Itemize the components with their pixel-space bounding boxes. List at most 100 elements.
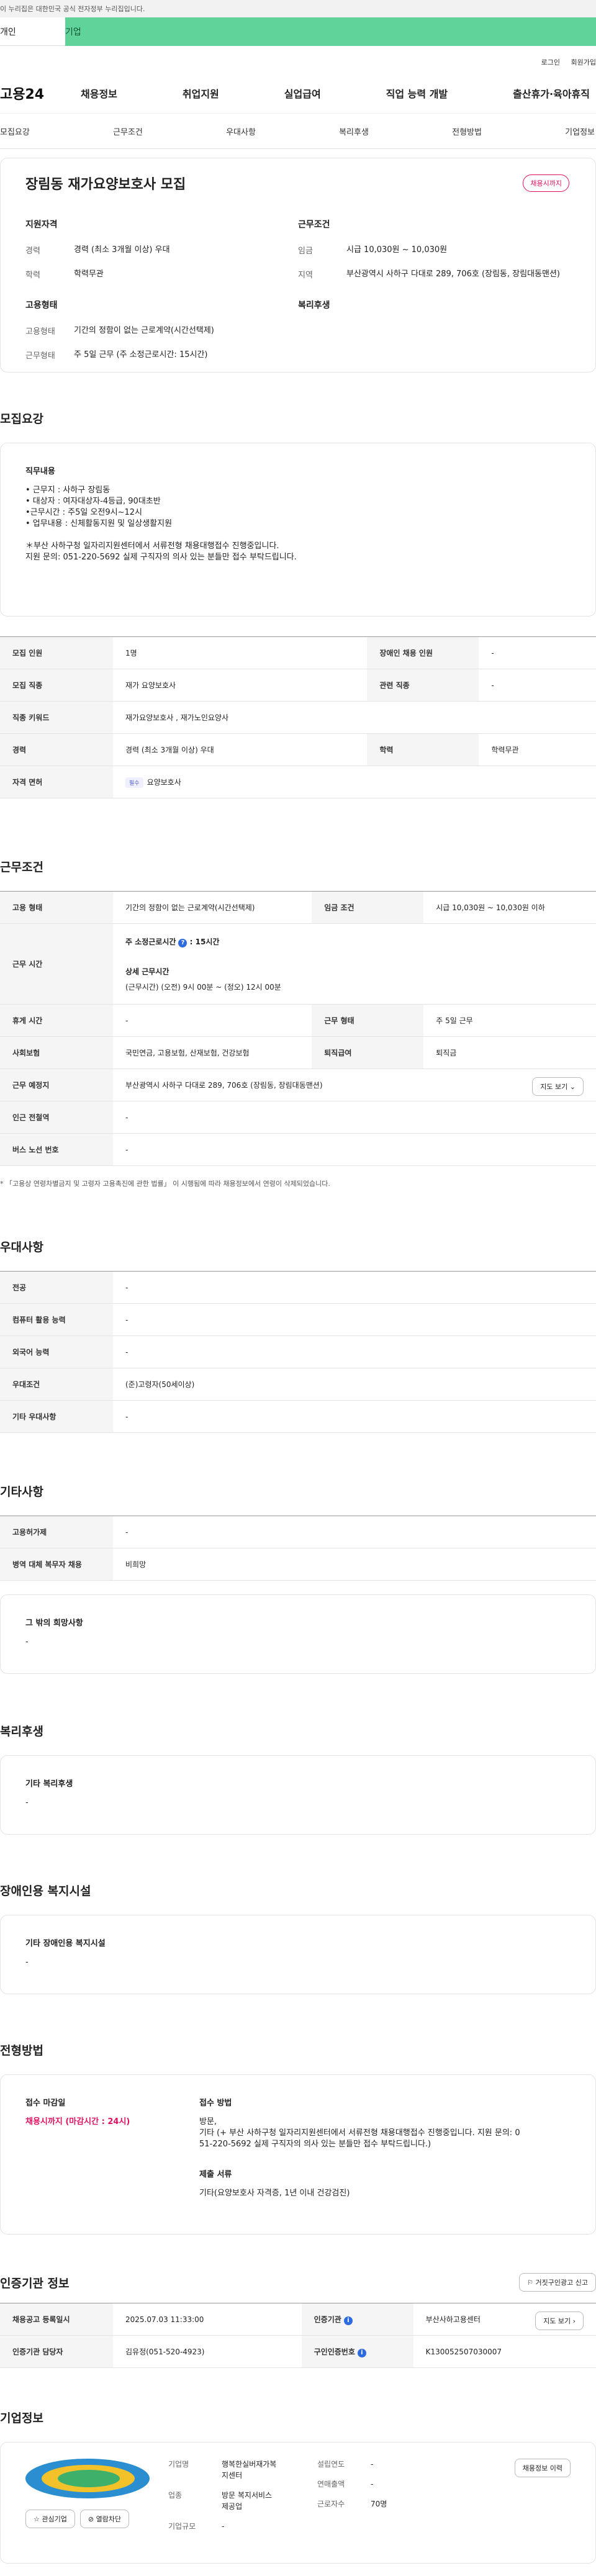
- emp-label: 근무형태: [25, 351, 55, 361]
- table-header-cell: 경력: [0, 733, 113, 766]
- section-title-company: 기업정보: [0, 2411, 43, 2425]
- site-logo[interactable]: 고용24: [0, 83, 81, 103]
- table-row: 외국어 능력 -: [0, 1335, 596, 1368]
- welfare-header: 복리후생: [298, 301, 330, 310]
- chevron-right-icon: ›: [572, 2317, 576, 2325]
- table-header-cell: 학력: [367, 733, 479, 766]
- table-row: 전공 -: [0, 1271, 596, 1304]
- job-desc-line: • 근무지 : 사하구 장림동: [25, 486, 111, 495]
- table-cell: -: [113, 1133, 596, 1166]
- map-view-label: 지도 보기: [540, 1083, 568, 1091]
- table-cell: 김유정(051-520-4923): [113, 2335, 302, 2368]
- license-value: 요양보호사: [147, 777, 181, 787]
- deadline-value: 채용시까지 (마감시간 : 24시): [25, 2117, 130, 2126]
- method-value: 방문,: [199, 2117, 217, 2126]
- founded-label: 설립연도: [317, 2460, 345, 2469]
- table-cell: 국민연금, 고용보험, 산재보험, 건강보험: [113, 1036, 312, 1069]
- table-header-cell: 모집 직종: [0, 669, 113, 702]
- job-title: 장림동 재가요양보호사 모집: [25, 177, 186, 192]
- table-cell: 비희망: [113, 1548, 596, 1581]
- gnb-item-unemployment-benefit[interactable]: 실업급여: [284, 86, 321, 101]
- agency-map-button[interactable]: 지도 보기 ›: [535, 2312, 584, 2330]
- job-desc-line: •근무시간 : 주5일 오전9시~12시: [25, 508, 143, 517]
- table-row: 경력 경력 (최소 3개월 이상) 우대 학력 학력무관: [0, 733, 596, 766]
- cert-no-label: 구인인증번호: [314, 2347, 355, 2356]
- info-icon[interactable]: i: [357, 2348, 366, 2357]
- industry-label: 업종: [168, 2491, 183, 2500]
- revenue-label: 연매출액: [317, 2480, 345, 2488]
- required-tag: 필수: [125, 777, 143, 788]
- disabled-facilities-value: -: [25, 1958, 29, 1967]
- table-row: 모집 인원 1명 장애인 채용 인원 -: [0, 636, 596, 669]
- section-title-recruit: 모집요강: [0, 412, 43, 426]
- subnav-company[interactable]: 기업정보: [565, 125, 595, 137]
- table-cell: -: [479, 636, 596, 669]
- table-row: 근무 시간 주 소정근로시간? : 15시간 상세 근무시간 (근무시간) (오…: [0, 923, 596, 1005]
- info-icon[interactable]: ?: [178, 938, 187, 947]
- cond-label: 임금: [298, 246, 313, 256]
- subnav-preferences[interactable]: 우대사항: [226, 125, 256, 137]
- table-header-cell: 근무 시간: [0, 923, 113, 1005]
- process-box: 접수 마감일 채용시까지 (마감시간 : 24시) 접수 방법 방문, 기타 (…: [0, 2074, 596, 2235]
- qual-label: 학력: [25, 271, 40, 280]
- subnav-welfare[interactable]: 복리후생: [339, 125, 369, 137]
- gov-notice-text: 이 누리집은 대한민국 공식 전자정부 누리집입니다.: [0, 5, 145, 13]
- emp-value: 기간의 정함이 없는 근로계약(시간선택제): [74, 326, 214, 335]
- table-header-cell: 자격 면허: [0, 766, 113, 798]
- global-nav: 고용24 채용정보 취업지원 실업급여 직업 능력 개발 출산휴가·육아휴직: [0, 73, 596, 113]
- table-cell: (준)고령자(50세이상): [113, 1368, 596, 1401]
- login-link[interactable]: 로그인: [541, 58, 560, 66]
- qual-label: 경력: [25, 246, 40, 256]
- table-header-cell: 장애인 채용 인원: [367, 636, 479, 669]
- other-wishes-box: 그 밖의 희망사항 -: [0, 1594, 596, 1674]
- job-description-box: 직무내용 • 근무지 : 사하구 장림동 • 대상자 : 여자대상자-4등급, …: [0, 443, 596, 617]
- agency-header-row: 인증기관 정보 ⚐ 거짓구인광고 신고: [0, 2273, 596, 2292]
- gnb-item-training[interactable]: 직업 능력 개발: [386, 86, 448, 101]
- agency-table: 채용공고 등록일시 2025.07.03 11:33:00 인증기관 i 부산사하고용센…: [0, 2303, 596, 2368]
- table-row: 고용 형태 기간의 정함이 없는 근로계약(시간선택제) 임금 조건 시급 10,03…: [0, 891, 596, 924]
- subnav-recruit[interactable]: 모집요강: [0, 125, 30, 137]
- company-name-value: 행복한실버재가복: [222, 2460, 277, 2469]
- block-view-button[interactable]: ⊘ 열람차단: [79, 2510, 130, 2528]
- founded-value: -: [371, 2460, 374, 2469]
- subnav-process[interactable]: 전형방법: [452, 125, 482, 137]
- table-row: 직종 키워드 재가요양보호사 , 재가노인요양사: [0, 701, 596, 734]
- table-header-cell: 직종 키워드: [0, 701, 113, 734]
- table-row: 기타 우대사항 -: [0, 1400, 596, 1433]
- gnb-item-employment-support[interactable]: 취업지원: [183, 86, 219, 101]
- deadline-header: 접수 마감일: [25, 2099, 66, 2108]
- report-fake-ad-button[interactable]: ⚐ 거짓구인광고 신고: [519, 2273, 596, 2292]
- gnb-item-leave[interactable]: 출산휴가·육아휴직: [513, 86, 590, 101]
- table-header-cell: 휴게 시간: [0, 1004, 113, 1037]
- table-row: 인근 전철역 -: [0, 1101, 596, 1134]
- table-cell: 경력 (최소 3개월 이상) 우대: [113, 733, 368, 766]
- table-header-cell: 버스 노선 번호: [0, 1133, 113, 1166]
- hours-detail-value: (근무시간) (오전) 9시 00분 ~ (정오) 12시 00분: [125, 982, 281, 992]
- map-view-button[interactable]: 지도 보기 ⌄: [532, 1077, 584, 1096]
- subnav-conditions[interactable]: 근무조건: [113, 125, 143, 137]
- tab-company[interactable]: 기업: [65, 17, 596, 46]
- employees-value: 70명: [371, 2500, 387, 2508]
- hiring-history-button[interactable]: 채용정보 이력: [514, 2459, 571, 2477]
- favorite-company-button[interactable]: ☆ 관심기업: [25, 2510, 75, 2528]
- info-icon[interactable]: i: [343, 2316, 353, 2325]
- table-header-cell: 근무 형태: [312, 1004, 424, 1037]
- welfare-box: 기타 복리후생 -: [0, 1755, 596, 1835]
- job-summary-card: 장림동 재가요양보호사 모집 채용시까지 지원자격 경력 경력 (최소 3개월 이…: [0, 158, 596, 373]
- gnb-item-jobs[interactable]: 채용정보: [81, 86, 117, 101]
- table-cell: 시급 10,030원 ~ 10,030원 이하: [423, 891, 596, 924]
- other-wishes-value: -: [25, 1637, 29, 1647]
- section-title-agency: 인증기관 정보: [0, 2276, 70, 2290]
- util-links: 로그인 회원가입: [0, 46, 596, 73]
- table-row: 인증기관 담당자 김유정(051-520-4923) 구인인증번호 i K1300525…: [0, 2335, 596, 2368]
- table-header-cell: 사회보험: [0, 1036, 113, 1069]
- section-title-welfare: 복리후생: [0, 1725, 43, 1738]
- table-cell: 2025.07.03 11:33:00: [113, 2303, 302, 2336]
- agency-org-value: 부산사하고용센터: [425, 2315, 481, 2324]
- table-header-cell: 병역 대체 복무자 채용: [0, 1548, 113, 1581]
- tab-personal[interactable]: 개인: [0, 17, 65, 46]
- section-title-conditions: 근무조건: [0, 861, 43, 874]
- table-header-cell: 모집 인원: [0, 636, 113, 669]
- signup-link[interactable]: 회원가입: [571, 58, 596, 66]
- section-title-process: 전형방법: [0, 2044, 43, 2058]
